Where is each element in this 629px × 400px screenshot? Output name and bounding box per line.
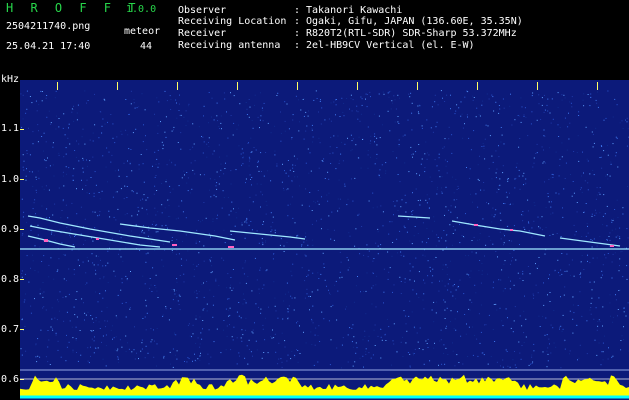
head-7	[610, 245, 614, 247]
head-5	[474, 224, 478, 226]
head-2	[96, 238, 99, 240]
hrofft-window: H R O F F T 1.0.0 2504211740.png 25.04.2…	[0, 0, 629, 400]
head-6	[510, 229, 513, 231]
spectrogram-plot	[20, 80, 629, 400]
head-4	[228, 246, 234, 248]
head-3	[172, 244, 177, 246]
head-1	[44, 239, 48, 242]
